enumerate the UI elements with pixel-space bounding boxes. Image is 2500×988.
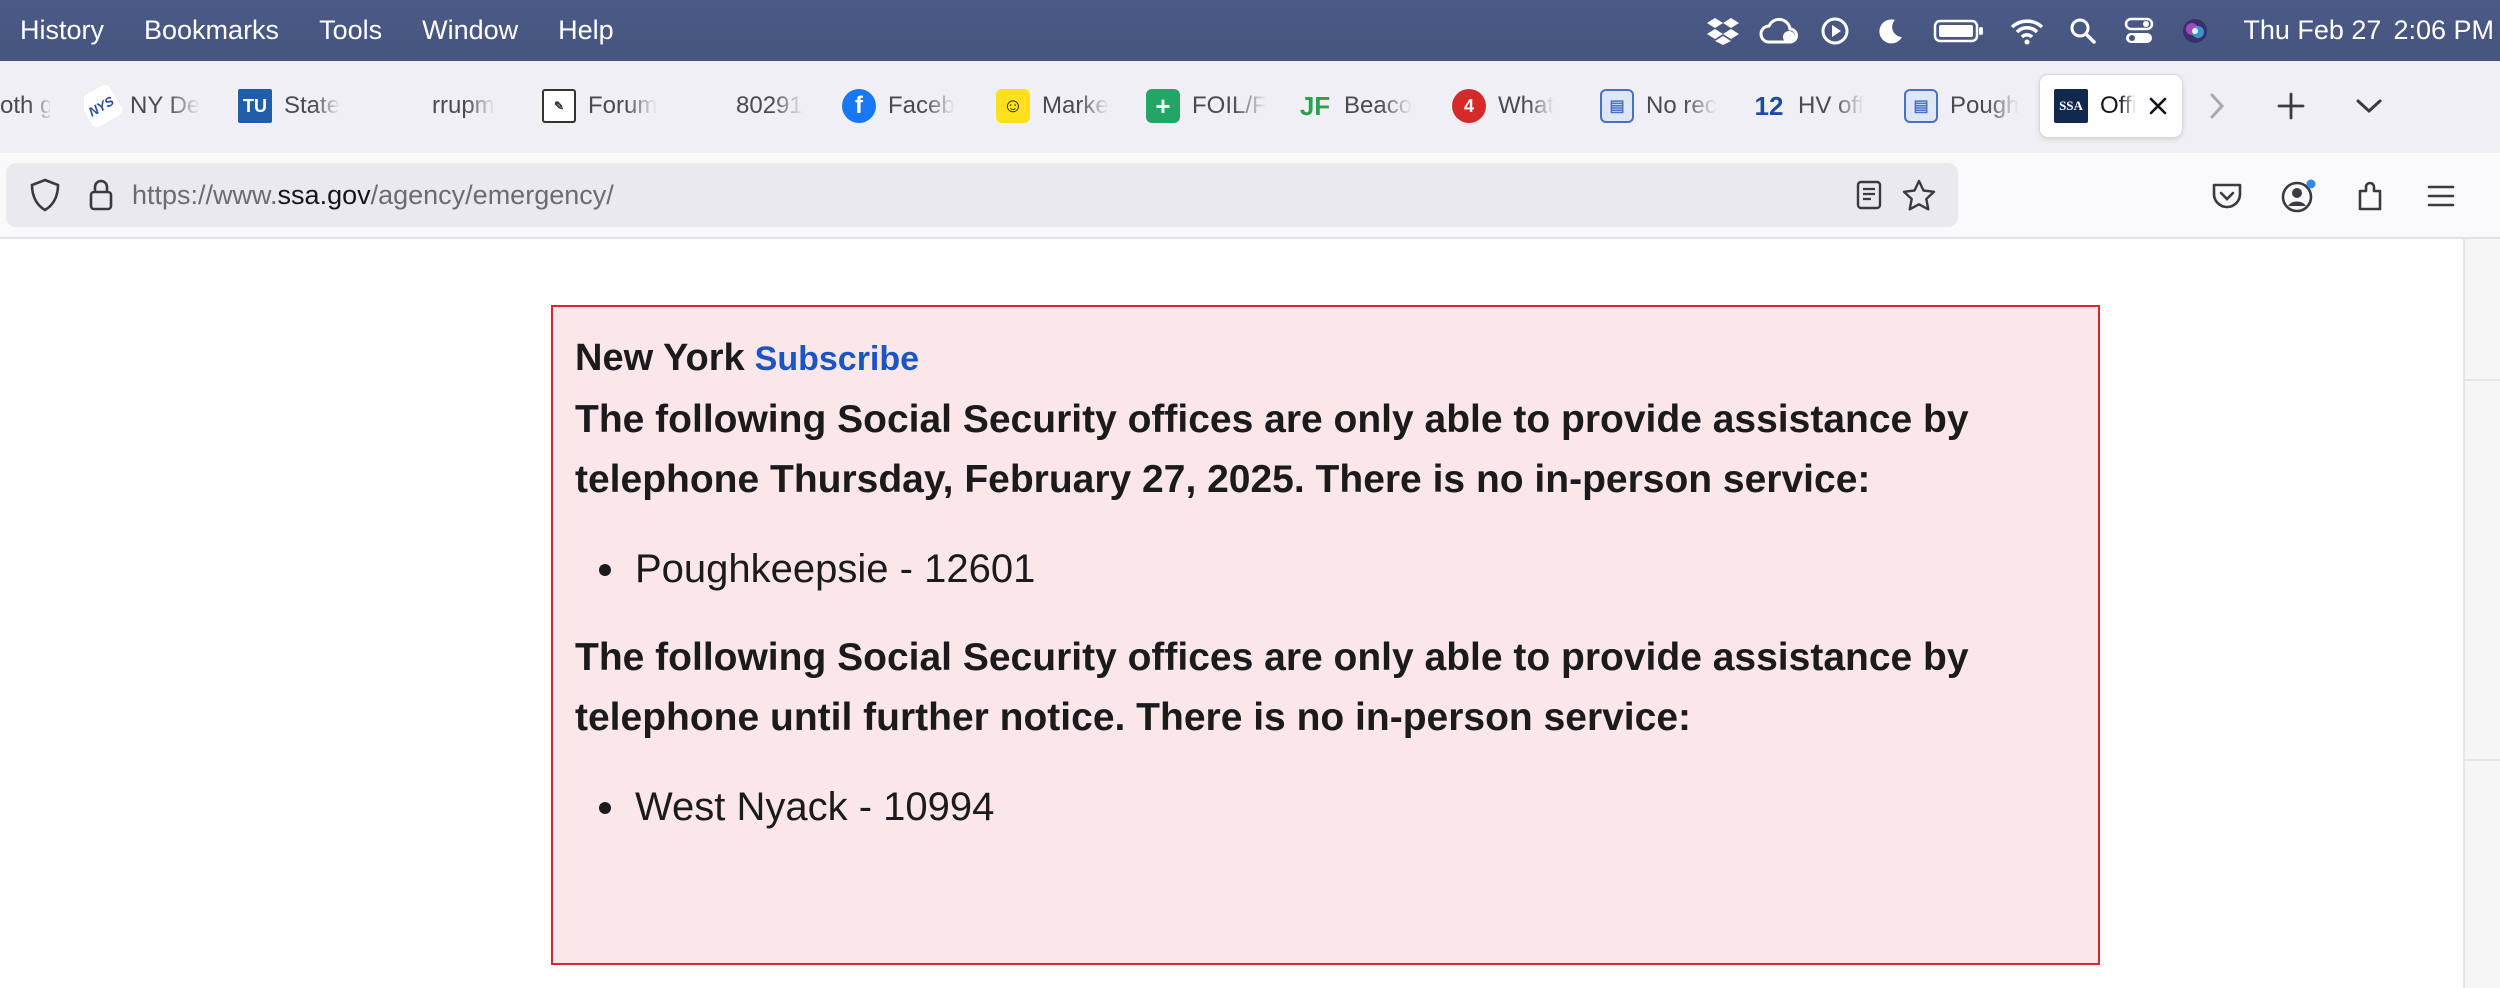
state-name: New York: [575, 337, 745, 379]
nydec-favicon-icon: NYS: [84, 82, 125, 130]
menubar-time[interactable]: 2:06 PM: [2387, 15, 2500, 46]
tab-label: No rec: [1646, 92, 1717, 119]
play-circle-icon[interactable]: [1807, 0, 1863, 61]
tab-10[interactable]: JF Beaco: [1298, 75, 1418, 137]
menu-window[interactable]: Window: [402, 15, 538, 46]
cloud-sync-icon[interactable]: [1751, 0, 1807, 61]
tab-label: Offi: [2100, 92, 2137, 119]
tab-14[interactable]: ▤ Pough: [1904, 75, 2024, 137]
forum-favicon-icon: ✎: [542, 89, 576, 123]
tab-1[interactable]: oth g: [0, 75, 50, 137]
channel-4-favicon-icon: 4: [1452, 89, 1486, 123]
scrollbar-track[interactable]: [2463, 239, 2500, 988]
pocket-icon[interactable]: [2202, 171, 2252, 221]
document-favicon-icon: ▤: [1904, 89, 1938, 123]
url-host: ssa.gov: [277, 180, 371, 210]
siri-icon[interactable]: [2167, 0, 2223, 61]
tab-label: HV off: [1798, 92, 1865, 119]
notice-telephone-today: The following Social Security offices ar…: [575, 398, 1969, 501]
wifi-icon[interactable]: [1999, 0, 2055, 61]
tab-active-ssa[interactable]: SSA Offi: [2040, 75, 2182, 137]
tab-label: oth g: [0, 92, 50, 119]
office-list-item: Poughkeepsie - 12601: [575, 544, 2076, 594]
url-bar[interactable]: https://www.ssa.gov/agency/emergency/: [6, 163, 1958, 227]
reader-view-icon[interactable]: [1844, 170, 1894, 220]
tab-2[interactable]: NYS NY De: [84, 75, 214, 137]
new-tab-icon[interactable]: [2266, 81, 2316, 131]
spotlight-search-icon[interactable]: [2055, 0, 2111, 61]
tab-label: What: [1498, 92, 1555, 119]
bookmark-star-icon[interactable]: [1894, 170, 1944, 220]
office-name: West Nyack - 10994: [635, 785, 995, 829]
battery-icon[interactable]: [1919, 0, 1999, 61]
url-scheme: https://www.: [132, 180, 278, 210]
tab-11[interactable]: 4 What: [1452, 75, 1562, 137]
tab-label: Pough: [1950, 92, 2020, 119]
tab-5[interactable]: ✎ Forum: [542, 75, 662, 137]
extensions-puzzle-icon[interactable]: [2346, 171, 2396, 221]
tab-label: FOIL/F: [1192, 92, 1266, 119]
lock-icon[interactable]: [76, 170, 126, 220]
tab-3[interactable]: TU State: [238, 75, 358, 137]
tab-label: 80291: [736, 92, 803, 119]
document-favicon-icon: ▤: [1600, 89, 1634, 123]
office-list-today: Poughkeepsie - 12601: [575, 544, 2076, 594]
tracking-protection-shield-icon[interactable]: [20, 170, 70, 220]
dropbox-icon[interactable]: [1695, 0, 1751, 61]
moon-icon[interactable]: [1863, 0, 1919, 61]
control-center-icon[interactable]: [2111, 0, 2167, 61]
tab-6[interactable]: 80291: [736, 75, 806, 137]
google-sheets-favicon-icon: +: [1146, 89, 1180, 123]
office-name: Poughkeepsie - 12601: [635, 547, 1036, 591]
divider: [2465, 759, 2500, 761]
macos-menu-bar: History Bookmarks Tools Window Help Thu …: [0, 0, 2500, 61]
menu-tools[interactable]: Tools: [299, 15, 402, 46]
office-list-item: West Nyack - 10994: [575, 782, 2076, 832]
tab-label: Marke: [1042, 92, 1109, 119]
tab-12[interactable]: ▤ No rec: [1600, 75, 1720, 137]
list-all-tabs-icon[interactable]: [2344, 81, 2394, 131]
channel-12-favicon-icon: 12: [1754, 90, 1784, 121]
bullet: [599, 802, 611, 814]
jf-favicon-icon: JF: [1299, 90, 1331, 121]
divider: [2465, 379, 2500, 381]
tab-7[interactable]: f Faceb: [842, 75, 962, 137]
tab-13[interactable]: 12 HV off: [1752, 75, 1872, 137]
tab-label: Beaco: [1344, 92, 1413, 119]
office-list-until-further-notice: West Nyack - 10994: [575, 782, 2076, 832]
tab-label: Forum: [588, 92, 658, 119]
menu-history[interactable]: History: [0, 15, 124, 46]
tab-label: Faceb: [888, 92, 955, 119]
emergency-alert-box: New York Subscribe The following Social …: [551, 305, 2100, 965]
tab-close-icon[interactable]: [2148, 93, 2168, 119]
url-text[interactable]: https://www.ssa.gov/agency/emergency/: [132, 180, 614, 211]
tab-4[interactable]: rrupm: [432, 75, 502, 137]
facebook-favicon-icon: f: [842, 89, 876, 123]
tab-8[interactable]: ☺ Marke: [996, 75, 1116, 137]
menubar-date[interactable]: Thu Feb 27: [2223, 15, 2387, 46]
account-icon[interactable]: [2274, 171, 2324, 221]
menu-bookmarks[interactable]: Bookmarks: [124, 15, 299, 46]
menu-help[interactable]: Help: [538, 15, 634, 46]
subscribe-link[interactable]: Subscribe: [755, 340, 919, 379]
alert-heading: New York Subscribe: [575, 337, 2076, 380]
tab-strip: oth g NYS NY De TU State rrupm ✎ Forum 8…: [0, 61, 2500, 153]
url-path: /agency/emergency/: [370, 180, 614, 210]
tab-9[interactable]: + FOIL/F: [1146, 75, 1266, 137]
scroll-tabs-right-icon[interactable]: [2192, 81, 2242, 131]
ssa-favicon-icon: SSA: [2054, 89, 2088, 123]
bullet: [599, 564, 611, 576]
tab-label: State: [284, 92, 341, 119]
navigation-bar: https://www.ssa.gov/agency/emergency/: [0, 153, 2500, 239]
tab-label: NY De: [130, 92, 201, 119]
notice-telephone-until-further-notice: The following Social Security offices ar…: [575, 636, 1969, 739]
tab-label: rrupm: [432, 92, 495, 119]
app-menu-hamburger-icon[interactable]: [2416, 171, 2466, 221]
mailchimp-favicon-icon: ☺: [996, 89, 1030, 123]
tu-favicon-icon: TU: [238, 89, 272, 123]
